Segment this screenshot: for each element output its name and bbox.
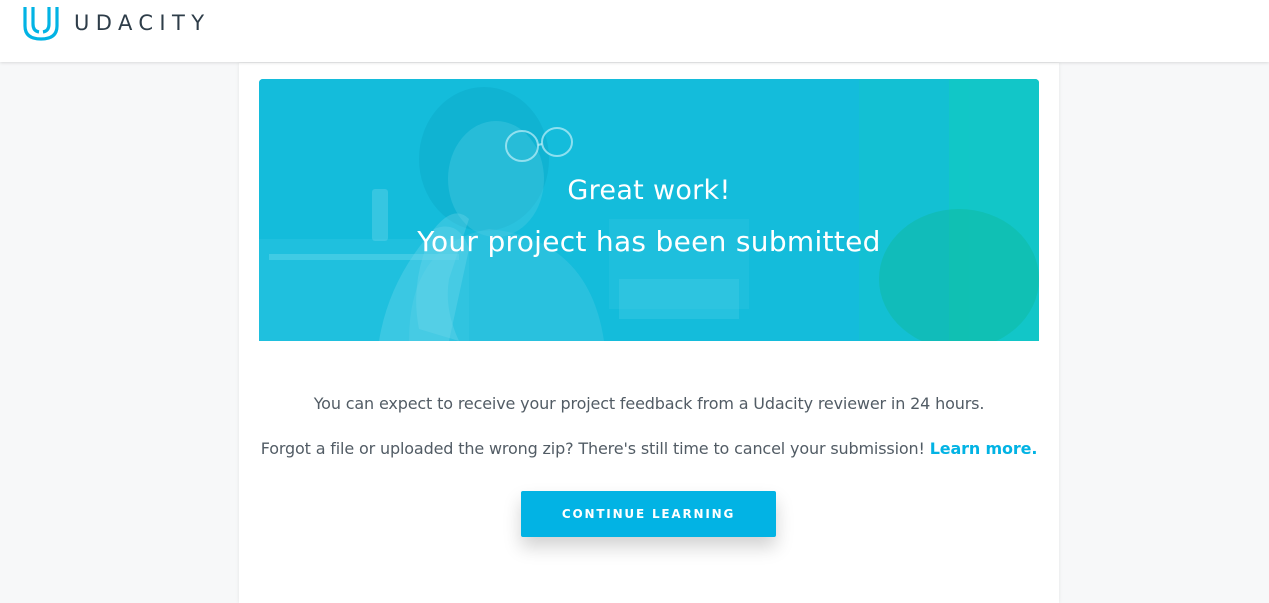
hero-banner: Great work! Your project has been submit… [259,79,1039,341]
udacity-u-logo-icon [23,7,59,41]
cancel-submission-text: Forgot a file or uploaded the wrong zip?… [260,439,925,458]
learn-more-link[interactable]: Learn more. [930,439,1038,458]
cancel-submission-message: Forgot a file or uploaded the wrong zip?… [239,439,1059,458]
hero-subtitle: Your project has been submitted [417,225,881,258]
hero-title: Great work! [567,175,731,206]
continue-learning-button[interactable]: CONTINUE LEARNING [521,491,776,537]
brand-name: UDACITY [74,11,211,35]
hero-background-image [259,79,1039,341]
udacity-logo[interactable]: UDACITY [22,4,210,42]
feedback-message: You can expect to receive your project f… [313,394,985,413]
top-header: UDACITY [0,0,1269,62]
submission-card: Great work! Your project has been submit… [239,63,1059,603]
